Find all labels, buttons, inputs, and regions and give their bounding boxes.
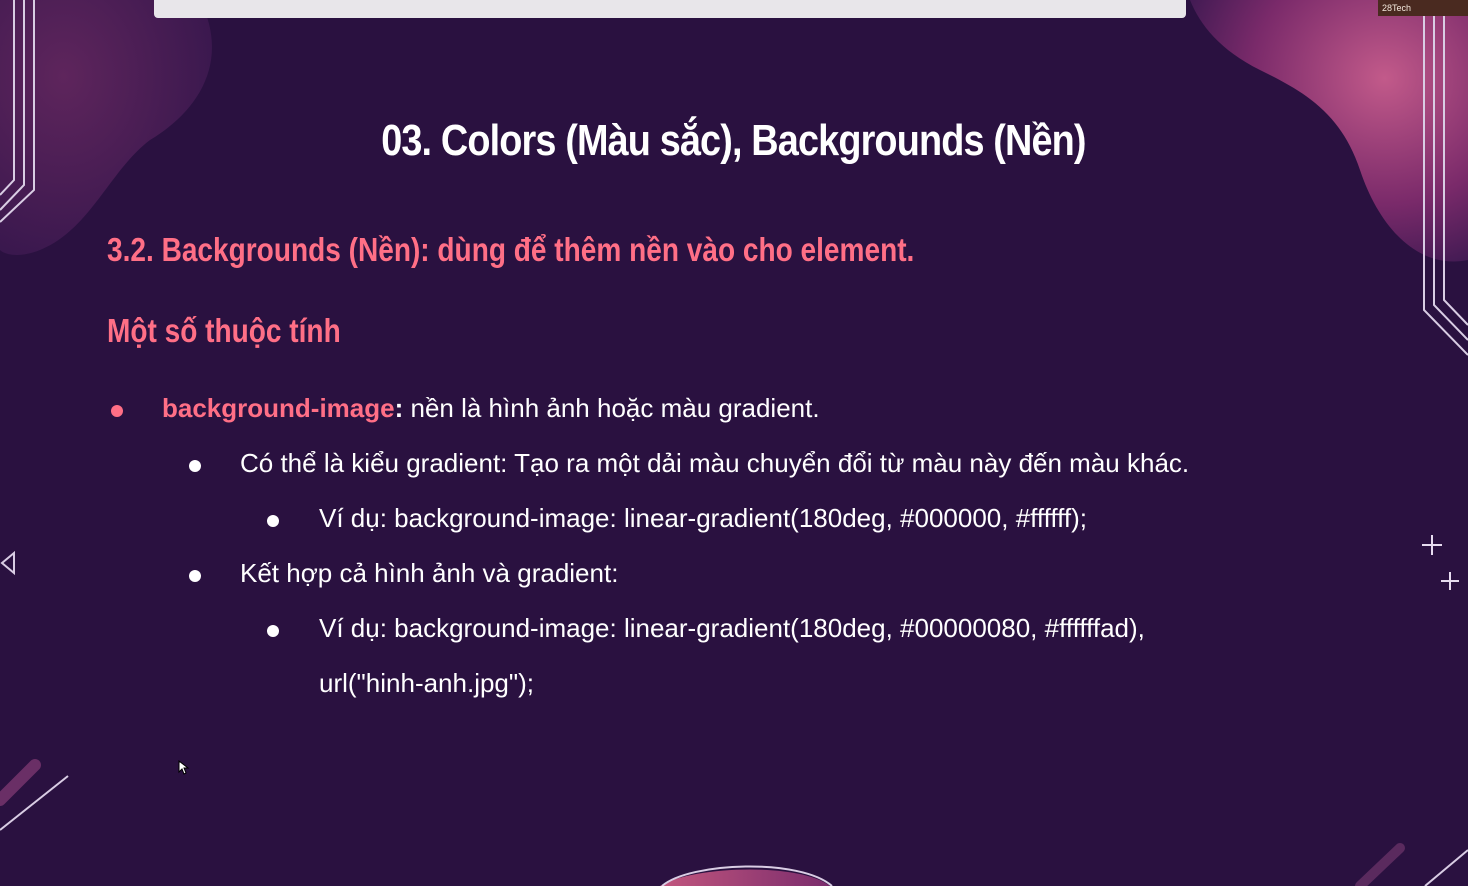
main-bullet-item: background-image: nền là hình ảnh hoặc m… (162, 393, 820, 424)
section-heading: Một số thuộc tính (107, 312, 341, 349)
bullet-dot (267, 515, 279, 527)
example-combine-line2: url("hinh-anh.jpg"); (319, 668, 535, 698)
bullet-dot (189, 570, 201, 582)
property-name: background-image (162, 393, 395, 423)
bullet-dot (111, 405, 123, 417)
presentation-slide: 28Tech 03. Colors (Màu sắc), Backgrounds… (0, 0, 1468, 886)
example-gradient: Ví dụ: background-image: linear-gradient… (319, 503, 1088, 533)
bullet-dot (267, 625, 279, 637)
sub-bullet-combine: Kết hợp cả hình ảnh và gradient: (240, 558, 619, 588)
plus-signs-decoration (1422, 535, 1459, 590)
mouse-cursor-icon (178, 760, 190, 775)
bullet-dot (189, 460, 201, 472)
sub-bullet-gradient: Có thể là kiểu gradient: Tạo ra một dải … (240, 448, 1190, 478)
camera-thumbnail: 28Tech (1378, 0, 1468, 16)
slide-subtitle: 3.2. Backgrounds (Nền): dùng để thêm nền… (107, 231, 915, 268)
property-separator: : (394, 393, 404, 423)
bottom-right-line (1424, 849, 1468, 886)
top-overlay-bar (154, 0, 1186, 18)
example-combine-line1: Ví dụ: background-image: linear-gradient… (319, 613, 1145, 643)
camera-label: 28Tech (1382, 3, 1412, 13)
slide-title: 03. Colors (Màu sắc), Backgrounds (Nền) (381, 116, 1086, 165)
bottom-left-stroke (0, 759, 41, 806)
bottom-right-stroke (1355, 843, 1405, 886)
triangle-marker-icon (0, 550, 15, 576)
property-description: nền là hình ảnh hoặc màu gradient. (403, 393, 820, 423)
